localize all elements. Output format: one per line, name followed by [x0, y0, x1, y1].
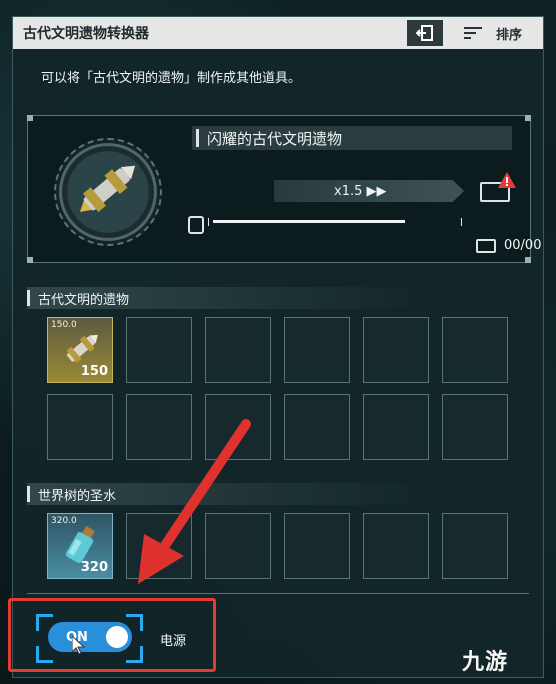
- cursor-icon: [72, 636, 86, 654]
- power-label: 电源: [160, 634, 187, 649]
- sort-icon: [463, 27, 482, 39]
- inventory-slot-empty[interactable]: [284, 513, 350, 579]
- divider: [27, 593, 529, 594]
- output-count: 00/00: [476, 238, 541, 253]
- watermark-logo: 九游: [462, 650, 509, 675]
- item-name-bar: 闪耀的古代文明遗物: [192, 126, 512, 150]
- inventory-slot-empty[interactable]: [442, 513, 508, 579]
- exit-button[interactable]: [407, 20, 443, 46]
- converter-window: 古代文明遗物转换器 排序 可以将「古代文明的遗物」制作成其他道具。 闪耀的古代文…: [12, 16, 544, 678]
- inventory-grid-water: 320.0 320: [47, 513, 510, 579]
- relic-icon: [79, 165, 136, 213]
- exit-icon: [416, 25, 433, 41]
- inventory-slot-filled[interactable]: 150.0 150: [47, 317, 113, 383]
- inventory-slot-empty[interactable]: [47, 394, 113, 460]
- frame-corner: [525, 115, 531, 121]
- speed-indicator: x1.5 ▶▶: [274, 180, 464, 202]
- frame-corner: [27, 257, 33, 263]
- inventory-slot-filled[interactable]: 320.0 320: [47, 513, 113, 579]
- frame-corner: [525, 257, 531, 263]
- frame-corner: [27, 115, 33, 121]
- inventory-slot-empty[interactable]: [363, 513, 429, 579]
- section-title: 古代文明的遗物: [38, 292, 130, 308]
- focus-corner: [126, 646, 143, 663]
- inventory-slot-empty[interactable]: [442, 317, 508, 383]
- section-header-water: 世界树的圣水: [27, 483, 527, 505]
- speed-text: x1.5 ▶▶: [334, 183, 387, 199]
- bottle-icon: [188, 216, 204, 234]
- window-titlebar: 古代文明遗物转换器 排序: [13, 17, 543, 49]
- inventory-slot-empty[interactable]: [442, 394, 508, 460]
- sort-button[interactable]: 排序: [447, 20, 539, 46]
- section-marker: [27, 290, 30, 306]
- warning-icon: [498, 172, 516, 188]
- recipe-panel: 闪耀的古代文明遗物 x1.5 ▶▶ 00/00: [27, 115, 541, 263]
- name-bar-marker: [196, 129, 199, 147]
- inventory-slot-empty[interactable]: [363, 317, 429, 383]
- inventory-slot-empty[interactable]: [284, 317, 350, 383]
- item-name: 闪耀的古代文明遗物: [207, 129, 343, 148]
- power-toggle[interactable]: ON: [48, 622, 132, 652]
- section-header-relic: 古代文明的遗物: [27, 287, 527, 309]
- focus-corner: [36, 646, 53, 663]
- description-text: 可以将「古代文明的遗物」制作成其他道具。: [41, 71, 302, 86]
- sort-label: 排序: [495, 27, 522, 43]
- inventory-slot-empty[interactable]: [363, 394, 429, 460]
- progress-fill: [213, 220, 405, 223]
- storage-icon: [476, 238, 496, 253]
- progress-bar: [208, 218, 462, 226]
- inventory-slot-empty[interactable]: [205, 317, 271, 383]
- recipe-item-icon[interactable]: [54, 138, 162, 246]
- section-title: 世界树的圣水: [38, 488, 117, 504]
- inventory-slot-empty[interactable]: [284, 394, 350, 460]
- toggle-knob: [106, 626, 128, 648]
- count-text: 00/00: [504, 238, 542, 253]
- window-title: 古代文明遗物转换器: [23, 26, 149, 42]
- slot-quantity: 150: [80, 364, 108, 379]
- section-marker: [27, 486, 30, 502]
- slot-quantity: 320: [80, 560, 108, 575]
- inventory-grid-relic: 150.0 150: [47, 317, 510, 460]
- inventory-slot-empty[interactable]: [126, 317, 192, 383]
- annotation-arrow-icon: [138, 419, 251, 584]
